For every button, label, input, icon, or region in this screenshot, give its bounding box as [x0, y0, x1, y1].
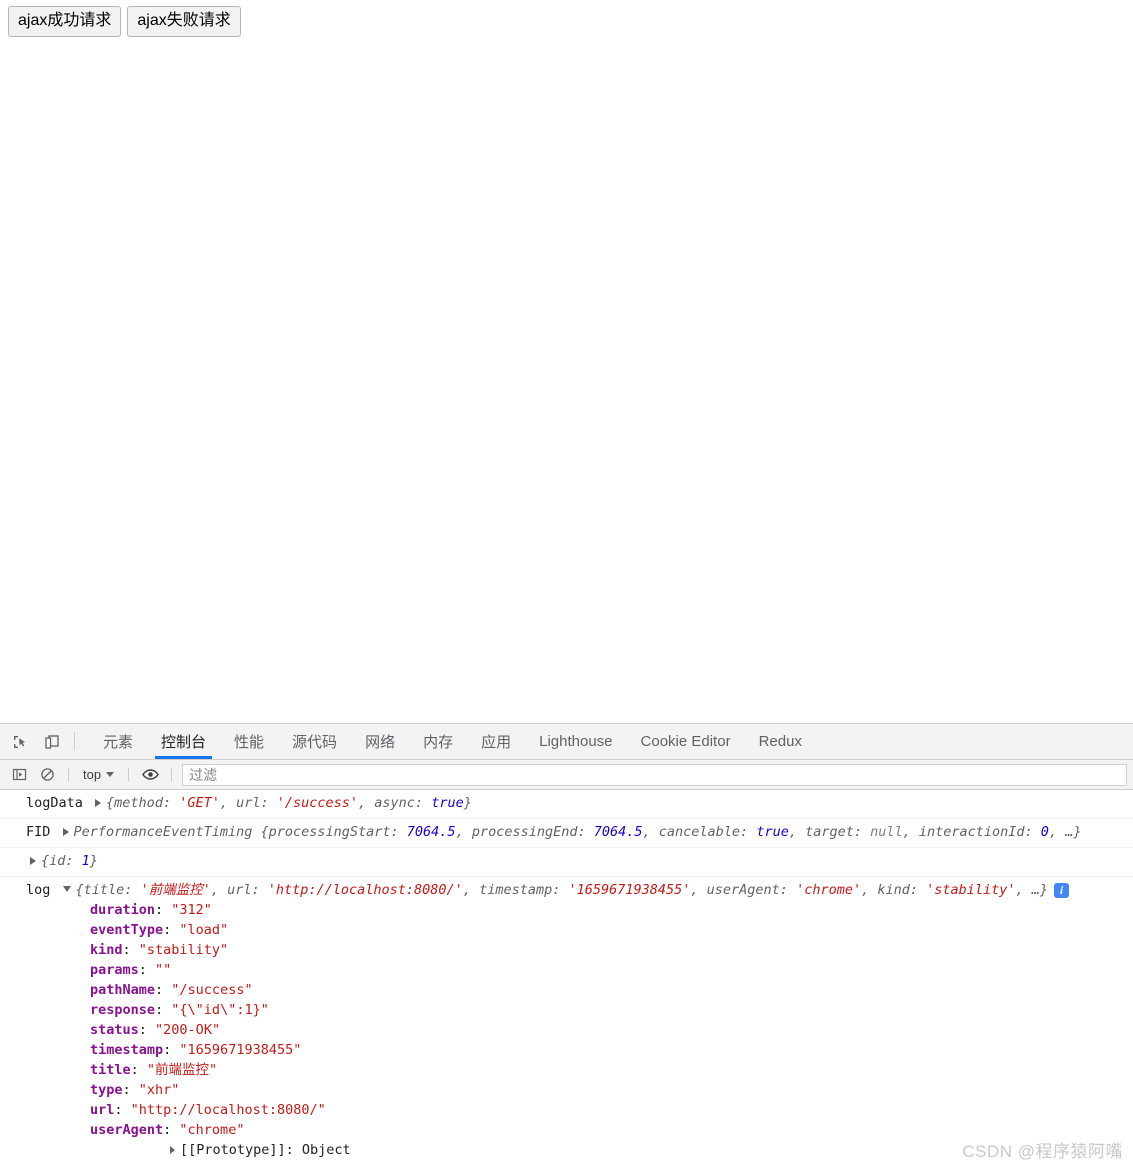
property-row-url[interactable]: url: "http://localhost:8080/" [90, 1100, 1133, 1120]
property-key: userAgent [90, 1122, 164, 1138]
property-value: "chrome" [179, 1122, 245, 1138]
filterbar-divider-1 [68, 768, 69, 781]
expand-arrow-icon[interactable] [62, 827, 69, 836]
property-key: kind [90, 942, 123, 958]
expand-arrow-icon[interactable] [170, 1145, 175, 1154]
csdn-watermark: CSDN @程序猿阿嘴 [962, 1142, 1123, 1161]
clear-console-icon[interactable] [36, 764, 58, 786]
collapse-arrow-icon[interactable] [62, 885, 71, 892]
toolbar-divider [74, 732, 75, 751]
console-message-id[interactable]: {id: 1} [0, 848, 1133, 877]
device-toolbar-icon[interactable] [40, 730, 64, 754]
tab-memory[interactable]: 内存 [409, 724, 467, 759]
property-row-kind[interactable]: kind: "stability" [90, 940, 1133, 960]
execution-context-selector[interactable]: top [79, 765, 118, 784]
tab-cookie-editor[interactable]: Cookie Editor [627, 724, 745, 759]
property-value: "{\"id\":1}" [171, 1002, 269, 1018]
live-expression-icon[interactable] [139, 764, 161, 786]
property-value: "stability" [138, 942, 229, 958]
devtools-tabstrip: 元素 控制台 性能 源代码 网络 内存 应用 Lighthouse Cookie… [0, 724, 1133, 760]
console-filter-bar: top [0, 760, 1133, 790]
console-label-fid: FID [26, 824, 51, 840]
property-value: "/success" [171, 982, 253, 998]
console-message-fid[interactable]: FID PerformanceEventTiming {processingSt… [0, 819, 1133, 848]
devtools-panel: 元素 控制台 性能 源代码 网络 内存 应用 Lighthouse Cookie… [0, 723, 1133, 1170]
property-value: "1659671938455" [179, 1042, 302, 1058]
property-value: "xhr" [138, 1082, 180, 1098]
tab-network[interactable]: 网络 [351, 724, 409, 759]
devtools-tabs: 元素 控制台 性能 源代码 网络 内存 应用 Lighthouse Cookie… [79, 724, 816, 759]
property-key: eventType [90, 922, 164, 938]
property-value: "" [155, 962, 172, 978]
tab-redux[interactable]: Redux [745, 724, 816, 759]
object-preview: {id: 1} [41, 853, 98, 869]
property-key: pathName [90, 982, 156, 998]
tab-elements[interactable]: 元素 [89, 724, 147, 759]
tab-application[interactable]: 应用 [467, 724, 525, 759]
ajax-success-button[interactable]: ajax成功请求 [8, 6, 122, 37]
console-filter-input[interactable] [182, 763, 1127, 786]
property-key: title [90, 1062, 131, 1078]
filterbar-divider-2 [128, 768, 130, 781]
expand-arrow-icon[interactable] [95, 798, 102, 807]
console-label-logdata: logData [26, 795, 83, 811]
property-value: "前端监控" [146, 1062, 218, 1078]
property-key: timestamp [90, 1042, 164, 1058]
property-value: "load" [179, 922, 229, 938]
property-row-timestamp[interactable]: timestamp: "1659671938455" [90, 1040, 1133, 1060]
console-label-log: log [26, 882, 51, 898]
tab-lighthouse[interactable]: Lighthouse [525, 724, 626, 759]
property-key: status [90, 1022, 139, 1038]
property-row-pathname[interactable]: pathName: "/success" [90, 980, 1133, 1000]
property-row-params[interactable]: params: "" [90, 960, 1133, 980]
property-row-title[interactable]: title: "前端监控" [90, 1060, 1133, 1080]
console-message-log[interactable]: log {title: '前端监控', url: 'http://localho… [0, 877, 1133, 1163]
object-preview: {processingStart: 7064.5, processingEnd:… [260, 824, 1082, 840]
property-key: params [90, 962, 139, 978]
execution-context-label: top [83, 767, 102, 782]
prototype-label: [[Prototype]]: Object [180, 1142, 351, 1158]
object-properties-list: duration: "312" eventType: "load" kind: … [0, 900, 1133, 1160]
property-value: "312" [171, 902, 212, 918]
ajax-fail-button[interactable]: ajax失败请求 [127, 6, 241, 37]
filterbar-divider-3 [171, 768, 173, 781]
info-badge-icon[interactable]: i [1054, 882, 1070, 898]
tab-sources[interactable]: 源代码 [278, 724, 351, 759]
property-row-status[interactable]: status: "200-OK" [90, 1020, 1133, 1040]
property-key: url [90, 1102, 115, 1118]
property-value: "http://localhost:8080/" [130, 1102, 326, 1118]
property-key: duration [90, 902, 156, 918]
console-output: logData {method: 'GET', url: '/success',… [0, 790, 1133, 1163]
tab-performance[interactable]: 性能 [220, 724, 278, 759]
object-preview: {title: '前端监控', url: 'http://localhost:8… [75, 882, 1049, 898]
tab-console[interactable]: 控制台 [147, 724, 220, 759]
chevron-down-icon [106, 772, 115, 777]
property-row-duration[interactable]: duration: "312" [90, 900, 1133, 920]
object-preview: {method: 'GET', url: '/success', async: … [106, 795, 472, 811]
page-button-group: ajax成功请求 ajax失败请求 [8, 6, 241, 37]
web-page-viewport: ajax成功请求 ajax失败请求 [0, 0, 1133, 723]
property-row-response[interactable]: response: "{\"id\":1}" [90, 1000, 1133, 1020]
console-sidebar-icon[interactable] [8, 764, 30, 786]
object-classname: PerformanceEventTiming [73, 824, 261, 840]
property-row-type[interactable]: type: "xhr" [90, 1080, 1133, 1100]
console-message-logdata[interactable]: logData {method: 'GET', url: '/success',… [0, 790, 1133, 819]
expand-arrow-icon[interactable] [30, 856, 36, 865]
property-key: type [90, 1082, 123, 1098]
property-value: "200-OK" [155, 1022, 221, 1038]
inspect-element-icon[interactable] [8, 730, 32, 754]
property-key: response [90, 1002, 156, 1018]
property-row-eventtype[interactable]: eventType: "load" [90, 920, 1133, 940]
devtools-tool-icons [0, 724, 70, 759]
